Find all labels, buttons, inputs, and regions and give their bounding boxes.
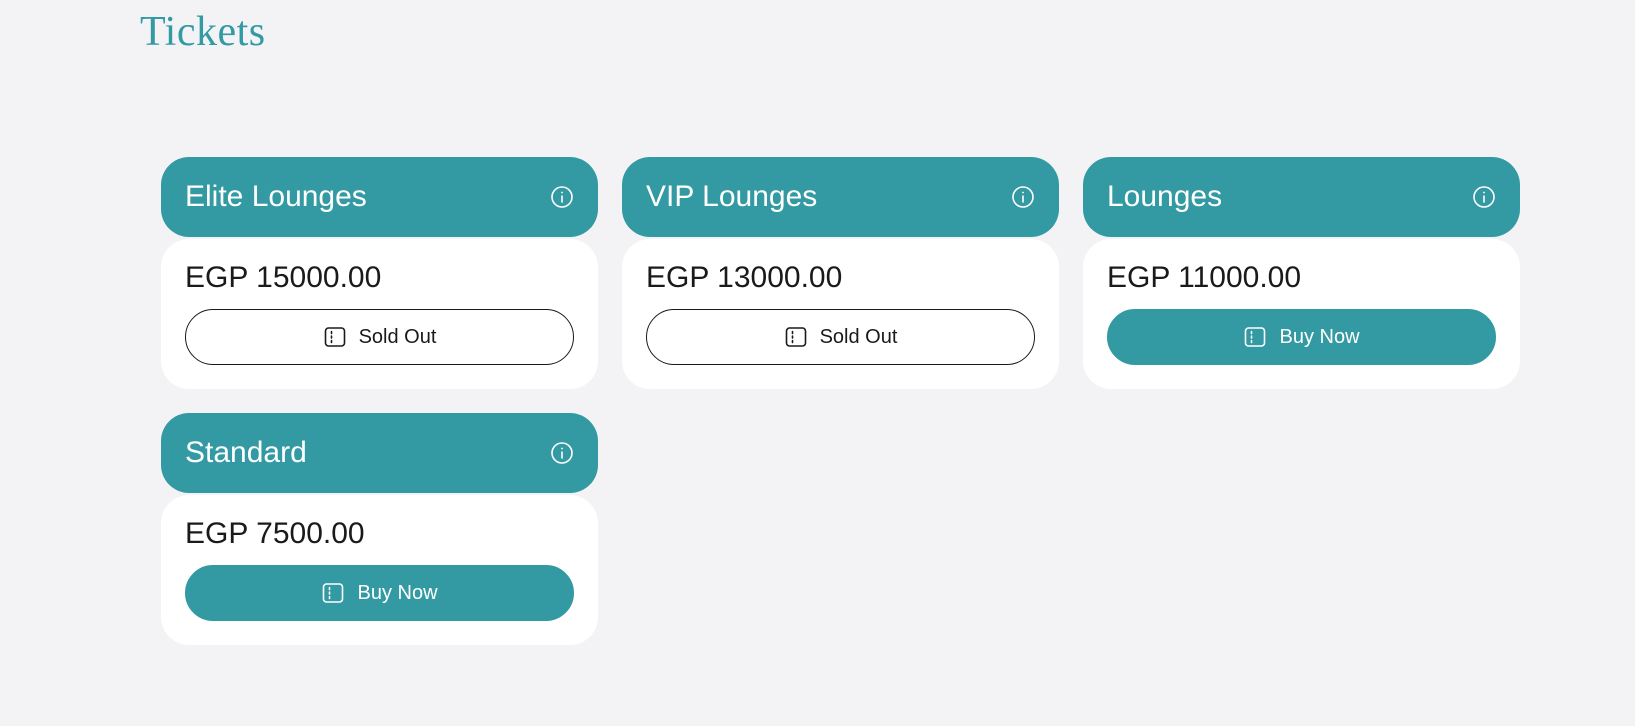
tickets-grid: Elite Lounges EGP 15000.00 Sold Out VIP … xyxy=(161,157,1521,645)
ticket-name: VIP Lounges xyxy=(646,180,818,213)
ticket-card-body: EGP 11000.00 Buy Now xyxy=(1083,239,1520,389)
info-icon[interactable] xyxy=(1011,185,1035,209)
ticket-icon xyxy=(321,581,345,605)
page-title: Tickets xyxy=(140,9,266,55)
ticket-name: Lounges xyxy=(1107,180,1223,213)
ticket-price: EGP 15000.00 xyxy=(185,261,382,294)
ticket-price: EGP 7500.00 xyxy=(185,517,365,550)
button-label: Sold Out xyxy=(358,325,437,348)
ticket-name: Elite Lounges xyxy=(185,180,367,213)
ticket-card-lounges: Lounges EGP 11000.00 Buy Now xyxy=(1083,157,1520,389)
ticket-card-elite-lounges: Elite Lounges EGP 15000.00 Sold Out xyxy=(161,157,598,389)
ticket-name: Standard xyxy=(185,436,307,469)
sold-out-button[interactable]: Sold Out xyxy=(646,309,1035,365)
ticket-card-body: EGP 7500.00 Buy Now xyxy=(161,495,598,645)
buy-now-button[interactable]: Buy Now xyxy=(185,565,574,621)
ticket-card-body: EGP 15000.00 Sold Out xyxy=(161,239,598,389)
button-label: Sold Out xyxy=(819,325,898,348)
button-label: Buy Now xyxy=(357,581,438,604)
info-icon[interactable] xyxy=(550,185,574,209)
ticket-card-header: VIP Lounges xyxy=(622,157,1059,237)
buy-now-button[interactable]: Buy Now xyxy=(1107,309,1496,365)
ticket-card-header: Lounges xyxy=(1083,157,1520,237)
ticket-icon xyxy=(784,325,808,349)
ticket-price: EGP 11000.00 xyxy=(1107,261,1302,294)
sold-out-button[interactable]: Sold Out xyxy=(185,309,574,365)
button-label: Buy Now xyxy=(1279,325,1360,348)
ticket-card-header: Elite Lounges xyxy=(161,157,598,237)
ticket-card-body: EGP 13000.00 Sold Out xyxy=(622,239,1059,389)
ticket-icon xyxy=(1243,325,1267,349)
ticket-price: EGP 13000.00 xyxy=(646,261,843,294)
info-icon[interactable] xyxy=(550,441,574,465)
ticket-card-standard: Standard EGP 7500.00 Buy Now xyxy=(161,413,598,645)
ticket-card-header: Standard xyxy=(161,413,598,493)
info-icon[interactable] xyxy=(1472,185,1496,209)
ticket-card-vip-lounges: VIP Lounges EGP 13000.00 Sold Out xyxy=(622,157,1059,389)
ticket-icon xyxy=(323,325,347,349)
